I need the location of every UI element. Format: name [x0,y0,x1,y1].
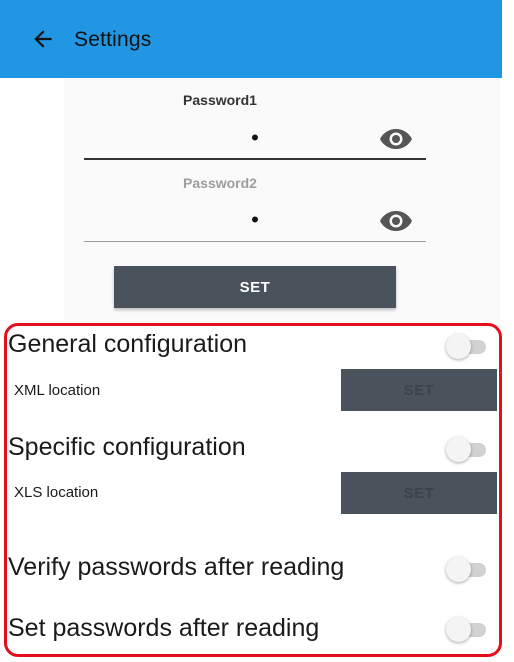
general-configuration-label: General configuration [8,330,248,358]
switch-thumb [446,557,471,582]
specific-configuration-switch[interactable] [446,436,486,462]
xml-location-label: XML location [14,382,101,399]
page-title: Settings [74,28,152,51]
back-arrow-icon [34,30,52,48]
show-password1-button[interactable] [378,126,414,152]
password2-input[interactable] [84,200,426,240]
general-configuration-switch[interactable] [446,333,486,359]
switch-thumb [446,334,471,359]
password2-underline [84,241,426,242]
specific-configuration-label: Specific configuration [8,433,246,461]
xls-set-button[interactable]: SET [341,472,497,514]
xls-location-label: XLS location [14,484,99,501]
password1-underline [84,158,426,160]
verify-passwords-switch[interactable] [446,556,486,582]
password1-input[interactable] [84,118,426,158]
xml-set-button[interactable]: SET [341,369,497,411]
set-passwords-switch[interactable] [446,616,486,642]
verify-passwords-label: Verify passwords after reading [8,553,345,581]
password1-label: Password1 [183,92,257,108]
set-passwords-button[interactable]: SET [114,266,396,308]
eye-icon [380,129,412,149]
right-edge-strip [502,0,514,662]
app-bar: Settings [0,0,502,78]
switch-thumb [446,617,471,642]
switch-thumb [446,437,471,462]
set-passwords-label: Set passwords after reading [8,614,320,642]
back-button[interactable] [28,24,58,54]
show-password2-button[interactable] [378,208,414,234]
password2-label: Password2 [183,175,257,191]
eye-icon [380,211,412,231]
